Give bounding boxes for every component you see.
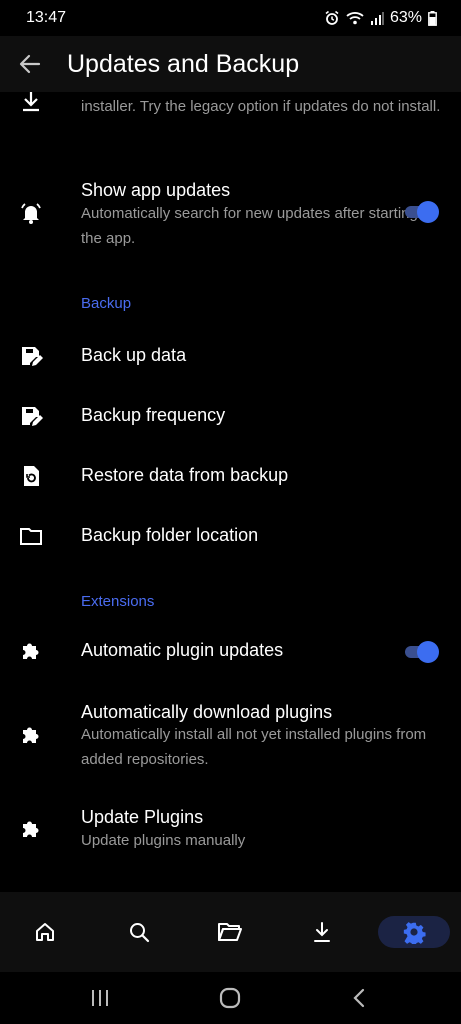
- page-title: Updates and Backup: [67, 49, 300, 78]
- nav-home[interactable]: [23, 916, 67, 948]
- installer-setting[interactable]: installer. Try the legacy option if upda…: [0, 92, 461, 142]
- show-app-updates-setting[interactable]: Show app updates Automatically search fo…: [0, 172, 461, 252]
- folder-icon: [20, 528, 42, 545]
- save-edit-icon: [22, 407, 43, 426]
- bottom-navigation: [0, 892, 461, 972]
- arrow-left-icon: [19, 54, 41, 74]
- auto-download-plugins-title: Automatically download plugins: [81, 702, 333, 722]
- auto-plugin-updates-title: Automatic plugin updates: [81, 640, 284, 660]
- auto-plugin-updates-toggle[interactable]: [403, 641, 439, 663]
- system-back-button[interactable]: [344, 984, 374, 1012]
- signal-icon: [370, 12, 384, 25]
- backup-folder-title: Backup folder location: [81, 525, 259, 545]
- top-app-bar: Updates and Backup: [0, 36, 461, 92]
- puzzle-icon: [23, 727, 39, 743]
- nav-downloads[interactable]: [300, 916, 344, 948]
- backup-folder-item[interactable]: Backup folder location: [0, 507, 461, 567]
- auto-plugin-updates-item[interactable]: Automatic plugin updates: [0, 622, 461, 682]
- status-bar: 13:47 63%: [0, 0, 461, 36]
- update-plugins-item[interactable]: Update Plugins Update plugins manually: [0, 797, 461, 867]
- home-button[interactable]: [215, 984, 245, 1012]
- puzzle-icon: [23, 821, 39, 837]
- backup-frequency-item[interactable]: Backup frequency: [0, 387, 461, 447]
- download-icon: [314, 922, 330, 942]
- status-icons: 63%: [324, 9, 437, 27]
- download-icon: [23, 92, 39, 112]
- section-header-backup: Backup: [81, 295, 132, 312]
- nav-settings[interactable]: [378, 916, 450, 948]
- home-circle-icon: [219, 987, 241, 1009]
- show-app-updates-toggle[interactable]: [403, 201, 439, 223]
- settings-list[interactable]: installer. Try the legacy option if upda…: [0, 92, 461, 892]
- show-app-updates-subtitle: Automatically search for new updates aft…: [81, 205, 418, 247]
- nav-library[interactable]: [208, 916, 252, 948]
- back-button[interactable]: [0, 36, 60, 92]
- restore-data-item[interactable]: Restore data from backup: [0, 447, 461, 507]
- update-plugins-title: Update Plugins: [81, 807, 204, 827]
- battery-icon: [428, 10, 437, 26]
- restore-data-title: Restore data from backup: [81, 465, 289, 485]
- restore-file-icon: [24, 466, 39, 486]
- home-icon: [36, 923, 54, 941]
- search-icon: [130, 923, 150, 943]
- folder-open-icon: [218, 923, 242, 941]
- nav-search[interactable]: [117, 916, 161, 948]
- back-up-data-title: Back up data: [81, 345, 187, 365]
- wifi-icon: [346, 12, 364, 25]
- update-plugins-subtitle: Update plugins manually: [81, 832, 246, 849]
- installer-subtitle: installer. Try the legacy option if upda…: [81, 98, 441, 115]
- save-edit-icon: [22, 347, 43, 366]
- recent-apps-button[interactable]: [85, 984, 115, 1012]
- backup-frequency-title: Backup frequency: [81, 405, 226, 425]
- section-header-extensions: Extensions: [81, 593, 155, 610]
- auto-download-plugins-subtitle: Automatically install all not yet instal…: [81, 726, 427, 768]
- back-up-data-item[interactable]: Back up data: [0, 327, 461, 387]
- auto-download-plugins-item[interactable]: Automatically download plugins Automatic…: [0, 692, 461, 777]
- show-app-updates-title: Show app updates: [81, 180, 231, 200]
- bell-icon: [21, 203, 41, 224]
- battery-percent: 63%: [389, 9, 422, 26]
- alarm-icon: [325, 10, 339, 25]
- status-time: 13:47: [26, 9, 67, 26]
- gear-icon: [403, 922, 426, 944]
- system-navigation-bar: [0, 972, 461, 1024]
- puzzle-icon: [23, 643, 39, 659]
- recent-apps-icon: [92, 990, 108, 1006]
- chevron-left-icon: [353, 988, 365, 1008]
